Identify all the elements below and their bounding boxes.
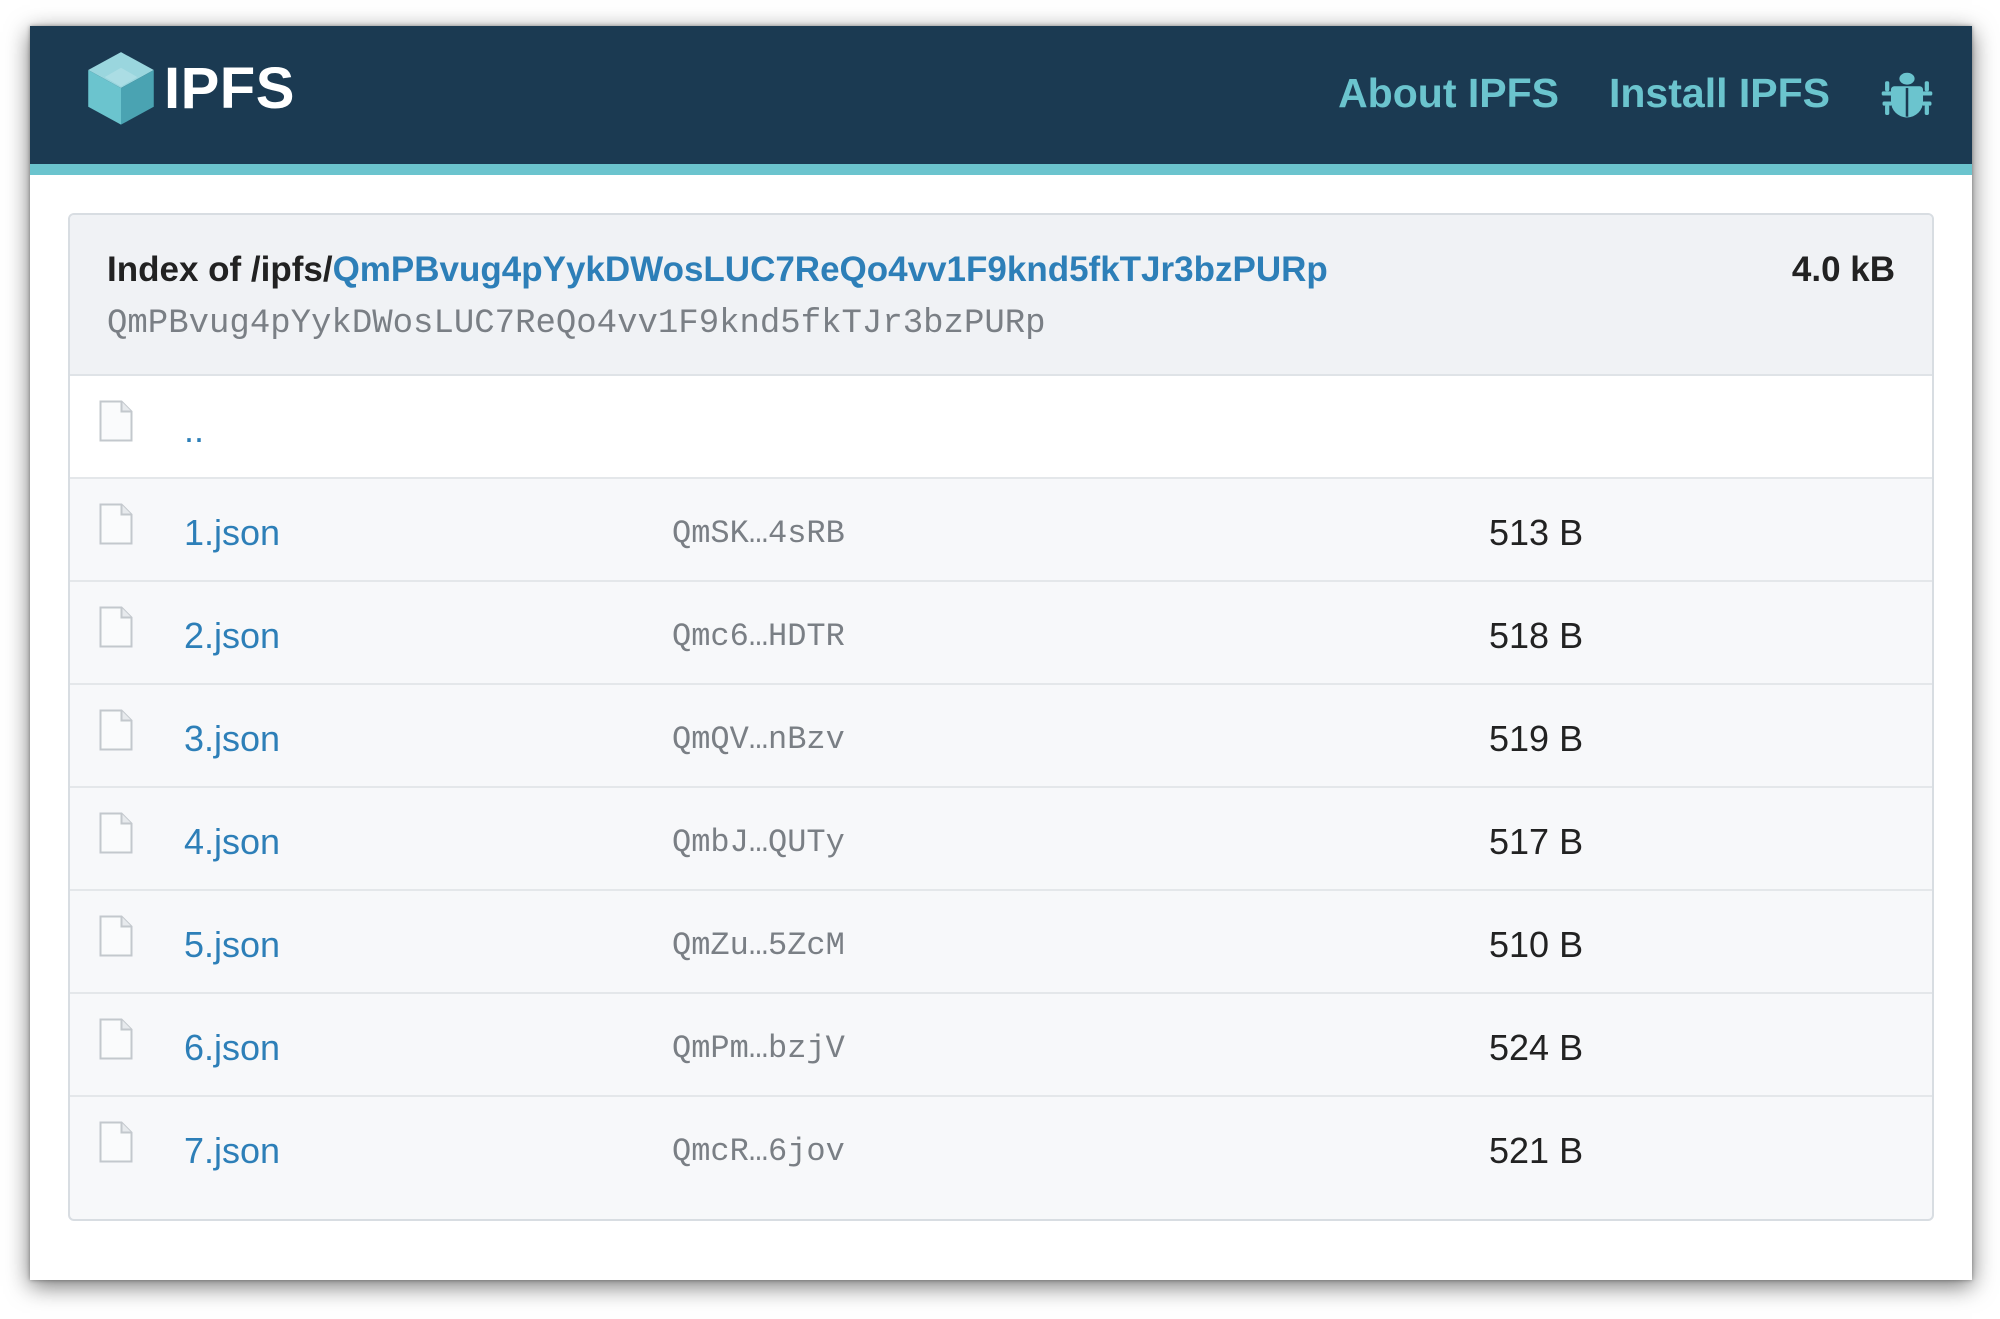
listing-header: Index of /ipfs/QmPBvug4pYykDWosLUC7ReQo4… — [70, 215, 1932, 376]
file-icon — [99, 1121, 133, 1163]
file-cid-link[interactable]: QmPm…bzjV — [672, 1030, 845, 1067]
table-row: 4.json QmbJ…QUTy 517 B — [70, 788, 1932, 891]
file-size: 518 B — [1489, 615, 1584, 656]
table-row: 5.json QmZu…5ZcM 510 B — [70, 891, 1932, 994]
file-cid-link[interactable]: QmZu…5ZcM — [672, 927, 845, 964]
parent-directory-row: .. — [70, 376, 1932, 479]
index-title: Index of /ipfs/QmPBvug4pYykDWosLUC7ReQo4… — [107, 250, 1328, 290]
header-nav: About IPFS Install IPFS — [1338, 66, 1934, 120]
table-row: 6.json QmPm…bzjV 524 B — [70, 994, 1932, 1097]
file-icon — [99, 915, 133, 957]
file-icon — [99, 812, 133, 854]
file-cid-link[interactable]: QmcR…6jov — [672, 1133, 845, 1170]
file-name-link[interactable]: 1.json — [184, 512, 280, 554]
file-size: 510 B — [1489, 924, 1584, 965]
file-name-link[interactable]: 3.json — [184, 718, 280, 760]
file-name-link[interactable]: 6.json — [184, 1027, 280, 1069]
table-row: 2.json Qmc6…HDTR 518 B — [70, 582, 1932, 685]
file-cid-link[interactable]: QmbJ…QUTy — [672, 824, 845, 861]
file-cid-link[interactable]: QmSK…4sRB — [672, 515, 845, 552]
file-cid-link[interactable]: QmQV…nBzv — [672, 721, 845, 758]
table-row: 3.json QmQV…nBzv 519 B — [70, 685, 1932, 788]
index-prefix: Index of /ipfs/ — [107, 250, 333, 289]
file-icon — [99, 1018, 133, 1060]
file-size: 519 B — [1489, 718, 1584, 759]
file-icon — [99, 606, 133, 648]
install-ipfs-link[interactable]: Install IPFS — [1609, 72, 1830, 114]
file-size: 521 B — [1489, 1130, 1584, 1171]
file-name-link[interactable]: 4.json — [184, 821, 280, 863]
root-hash-link[interactable]: QmPBvug4pYykDWosLUC7ReQo4vv1F9knd5fkTJr3… — [333, 250, 1328, 289]
logo-text: IPFS — [164, 56, 295, 121]
bug-icon[interactable] — [1880, 66, 1934, 120]
total-size: 4.0 kB — [1791, 250, 1895, 289]
root-cid: QmPBvug4pYykDWosLUC7ReQo4vv1F9knd5fkTJr3… — [107, 305, 1046, 343]
file-name-link[interactable]: 5.json — [184, 924, 280, 966]
table-row: 7.json QmcR…6jov 521 B — [70, 1097, 1932, 1200]
file-name-link[interactable]: 2.json — [184, 615, 280, 657]
file-size: 524 B — [1489, 1027, 1584, 1068]
directory-listing: Index of /ipfs/QmPBvug4pYykDWosLUC7ReQo4… — [68, 213, 1934, 1221]
top-navbar: IPFS About IPFS Install IPFS — [30, 26, 1972, 175]
browser-page: IPFS About IPFS Install IPFS Index of /i… — [30, 26, 1972, 1280]
file-icon — [99, 503, 133, 545]
file-icon — [99, 400, 133, 442]
file-size: 513 B — [1489, 512, 1584, 553]
table-row: 1.json QmSK…4sRB 513 B — [70, 479, 1932, 582]
ipfs-cube-icon — [82, 49, 160, 127]
file-cid-link[interactable]: Qmc6…HDTR — [672, 618, 845, 655]
about-ipfs-link[interactable]: About IPFS — [1338, 72, 1559, 114]
file-icon — [99, 709, 133, 751]
file-size: 517 B — [1489, 821, 1584, 862]
file-name-link[interactable]: 7.json — [184, 1130, 280, 1172]
file-rows: 1.json QmSK…4sRB 513 B 2.json Qmc6…HDTR 518 B… — [70, 479, 1932, 1200]
parent-directory-link[interactable]: .. — [184, 409, 204, 451]
ipfs-logo-link[interactable]: IPFS — [82, 49, 295, 127]
